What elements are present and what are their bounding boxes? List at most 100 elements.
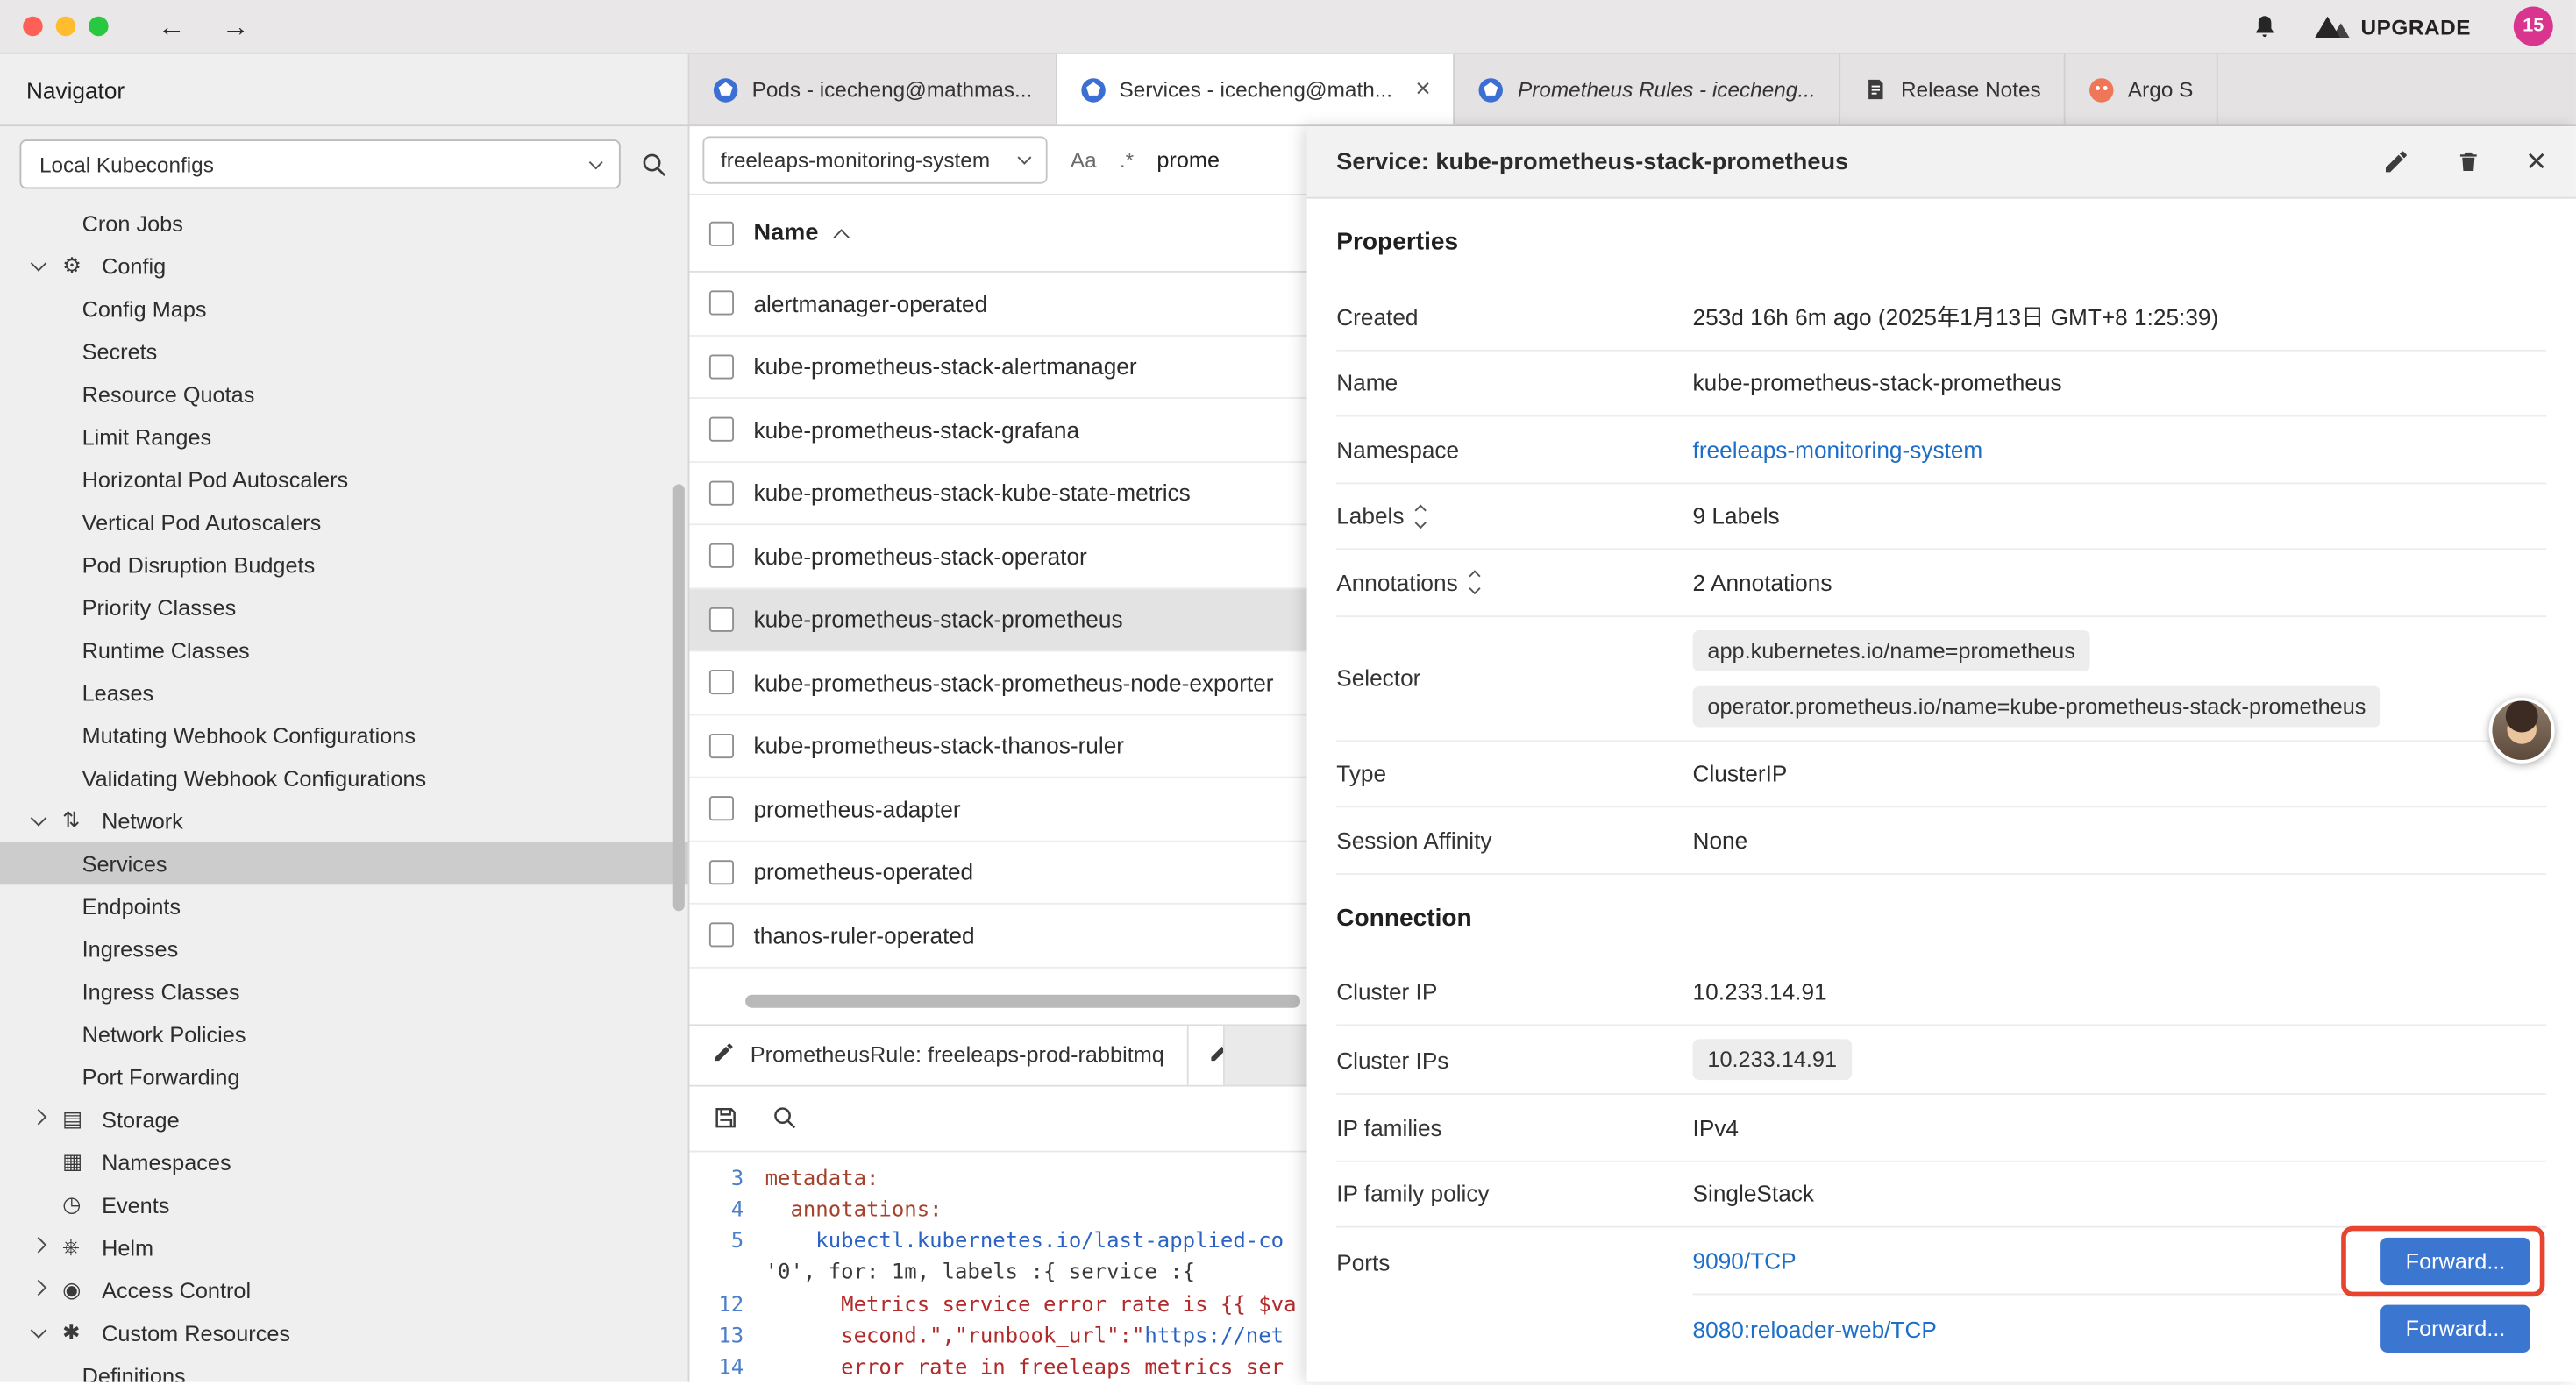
sidebar-item-custom-resources[interactable]: ✱Custom Resources xyxy=(0,1311,688,1354)
row-checkbox[interactable] xyxy=(709,291,734,316)
tab-services-icecheng-math[interactable]: Services - icecheng@math...× xyxy=(1057,54,1455,125)
line-number: 14 xyxy=(689,1353,744,1381)
sidebar-item-runtime-classes[interactable]: Runtime Classes xyxy=(0,629,688,671)
table-row-kube-prometheus-stack-grafana[interactable]: kube-prometheus-stack-grafana xyxy=(689,399,1306,462)
table-row-thanos-ruler-operated[interactable]: thanos-ruler-operated xyxy=(689,905,1306,968)
chevron-down-icon xyxy=(1469,583,1480,593)
editor-search-icon[interactable] xyxy=(772,1104,798,1131)
table-row-kube-prometheus-stack-thanos-ruler[interactable]: kube-prometheus-stack-thanos-ruler xyxy=(689,714,1306,778)
sidebar-scrollbar[interactable] xyxy=(673,484,685,911)
row-checkbox[interactable] xyxy=(709,923,734,948)
sidebar-item-network[interactable]: ⇅Network xyxy=(0,799,688,842)
row-checkbox[interactable] xyxy=(709,670,734,694)
row-checkbox[interactable] xyxy=(709,543,734,568)
tab-argo-s[interactable]: Argo S xyxy=(2066,54,2218,125)
table-row-kube-prometheus-stack-operator[interactable]: kube-prometheus-stack-operator xyxy=(689,525,1306,588)
sidebar-item-limit-ranges[interactable]: Limit Ranges xyxy=(0,416,688,458)
sidebar-item-port-forwarding[interactable]: Port Forwarding xyxy=(0,1055,688,1098)
zoom-window-button[interactable] xyxy=(89,17,108,36)
namespace-link[interactable]: freeleaps-monitoring-system xyxy=(1693,437,2547,463)
notifications-bell-icon[interactable] xyxy=(2251,12,2279,40)
detail-value-text: 9 Labels xyxy=(1693,502,2547,529)
tab-prometheus-rules-icecheng[interactable]: Prometheus Rules - icecheng... xyxy=(1455,54,1840,125)
sidebar-item-services[interactable]: Services xyxy=(0,842,688,885)
sidebar-item-pod-disruption-budgets[interactable]: Pod Disruption Budgets xyxy=(0,543,688,586)
sidebar-item-label: Pod Disruption Budgets xyxy=(82,552,316,577)
row-checkbox[interactable] xyxy=(709,480,734,505)
kubeconfig-selector[interactable]: Local Kubeconfigs xyxy=(19,139,620,188)
tab-pods-icecheng-mathmas[interactable]: Pods - icecheng@mathmas... xyxy=(689,54,1057,125)
sidebar-item-helm[interactable]: ⎈Helm xyxy=(0,1226,688,1269)
sidebar-item-ingresses[interactable]: Ingresses xyxy=(0,927,688,970)
port-link[interactable]: 9090/TCP xyxy=(1693,1247,1797,1274)
sidebar-item-config[interactable]: ⚙Config xyxy=(0,245,688,288)
editor-gutter: 345121314 xyxy=(689,1163,765,1382)
table-row-kube-prometheus-stack-alertmanager[interactable]: kube-prometheus-stack-alertmanager xyxy=(689,336,1306,399)
sidebar-item-label: Namespaces xyxy=(102,1150,231,1175)
yaml-editor[interactable]: 345121314 metadata: annotations: kubectl… xyxy=(689,1152,1306,1382)
detail-label: Type xyxy=(1336,760,1692,786)
name-column-header[interactable]: Name xyxy=(753,220,818,246)
close-window-button[interactable] xyxy=(23,17,42,36)
upgrade-button[interactable]: UPGRADE xyxy=(2315,14,2471,39)
namespace-filter[interactable]: freeleaps-monitoring-system xyxy=(702,136,1047,183)
delete-resource-icon[interactable] xyxy=(2456,148,2480,176)
edit-resource-icon[interactable] xyxy=(2382,148,2410,176)
row-checkbox[interactable] xyxy=(709,797,734,821)
table-row-prometheus-operated[interactable]: prometheus-operated xyxy=(689,842,1306,905)
sidebar-item-validating-webhook-configurations[interactable]: Validating Webhook Configurations xyxy=(0,756,688,799)
sidebar-item-priority-classes[interactable]: Priority Classes xyxy=(0,586,688,629)
scrollbar-thumb[interactable] xyxy=(745,994,1300,1007)
select-all-checkbox[interactable] xyxy=(709,221,734,245)
back-button[interactable]: ← xyxy=(158,12,186,40)
table-row-kube-prometheus-stack-kube-state-metrics[interactable]: kube-prometheus-stack-kube-state-metrics xyxy=(689,462,1306,525)
sidebar-item-access-control[interactable]: ◉Access Control xyxy=(0,1268,688,1311)
detail-value: IPv4 xyxy=(1693,1101,2547,1154)
table-row-alertmanager-operated[interactable]: alertmanager-operated xyxy=(689,273,1306,336)
close-drawer-icon[interactable]: × xyxy=(2526,145,2546,179)
row-checkbox[interactable] xyxy=(709,860,734,884)
tab-close-icon[interactable]: × xyxy=(1415,75,1430,104)
sidebar-item-ingress-classes[interactable]: Ingress Classes xyxy=(0,970,688,1013)
minimize-window-button[interactable] xyxy=(56,17,75,36)
sidebar-item-definitions[interactable]: Definitions xyxy=(0,1354,688,1382)
forward-button[interactable]: → xyxy=(222,12,250,40)
regex-toggle[interactable]: .* xyxy=(1120,148,1134,173)
sidebar-item-namespaces[interactable]: ▦Namespaces xyxy=(0,1140,688,1183)
sidebar-item-storage[interactable]: ▤Storage xyxy=(0,1098,688,1141)
expand-toggle-icon[interactable] xyxy=(1471,573,1478,593)
sidebar-item-cron-jobs[interactable]: Cron Jobs xyxy=(0,202,688,245)
sidebar-item-secrets[interactable]: Secrets xyxy=(0,330,688,373)
sidebar-item-horizontal-pod-autoscalers[interactable]: Horizontal Pod Autoscalers xyxy=(0,458,688,501)
forward-button[interactable]: Forward... xyxy=(2381,1305,2530,1353)
sidebar-item-events[interactable]: ◷Events xyxy=(0,1183,688,1226)
forward-button[interactable]: Forward... xyxy=(2381,1237,2530,1284)
sidebar-item-network-policies[interactable]: Network Policies xyxy=(0,1012,688,1055)
sidebar-item-mutating-webhook-configurations[interactable]: Mutating Webhook Configurations xyxy=(0,714,688,757)
table-row-kube-prometheus-stack-prometheus[interactable]: kube-prometheus-stack-prometheus xyxy=(689,588,1306,651)
sidebar-item-vertical-pod-autoscalers[interactable]: Vertical Pod Autoscalers xyxy=(0,501,688,543)
row-checkbox[interactable] xyxy=(709,607,734,631)
tab-release-notes[interactable]: Release Notes xyxy=(1840,54,2066,125)
sidebar-search-icon[interactable] xyxy=(640,150,668,178)
notification-count-badge[interactable]: 15 xyxy=(2514,6,2553,46)
table-row-prometheus-adapter[interactable]: prometheus-adapter xyxy=(689,778,1306,842)
sidebar-item-config-maps[interactable]: Config Maps xyxy=(0,288,688,330)
lens-window: ← → UPGRADE 15 Navigator Pods - icecheng… xyxy=(0,0,2576,1385)
port-link[interactable]: 8080:reloader-web/TCP xyxy=(1693,1316,1937,1342)
presenter-avatar[interactable] xyxy=(2489,698,2555,764)
sidebar-item-endpoints[interactable]: Endpoints xyxy=(0,884,688,927)
row-checkbox[interactable] xyxy=(709,417,734,442)
horizontal-scrollbar[interactable] xyxy=(745,994,1300,1007)
table-row-kube-prometheus-stack-prometheus-node-exporter[interactable]: kube-prometheus-stack-prometheus-node-ex… xyxy=(689,651,1306,714)
dock-tab-prometheusrule[interactable]: PrometheusRule: freeleaps-prod-rabbitmq xyxy=(689,1025,1188,1083)
save-icon[interactable] xyxy=(713,1104,739,1131)
sidebar-item-leases[interactable]: Leases xyxy=(0,671,688,714)
row-checkbox[interactable] xyxy=(709,354,734,379)
dock-tab-next[interactable] xyxy=(1189,1025,1225,1083)
search-input[interactable]: prome xyxy=(1156,148,1220,173)
row-checkbox[interactable] xyxy=(709,734,734,758)
sidebar-item-resource-quotas[interactable]: Resource Quotas xyxy=(0,373,688,416)
expand-toggle-icon[interactable] xyxy=(1417,507,1424,526)
match-case-toggle[interactable]: Aa xyxy=(1071,148,1097,173)
